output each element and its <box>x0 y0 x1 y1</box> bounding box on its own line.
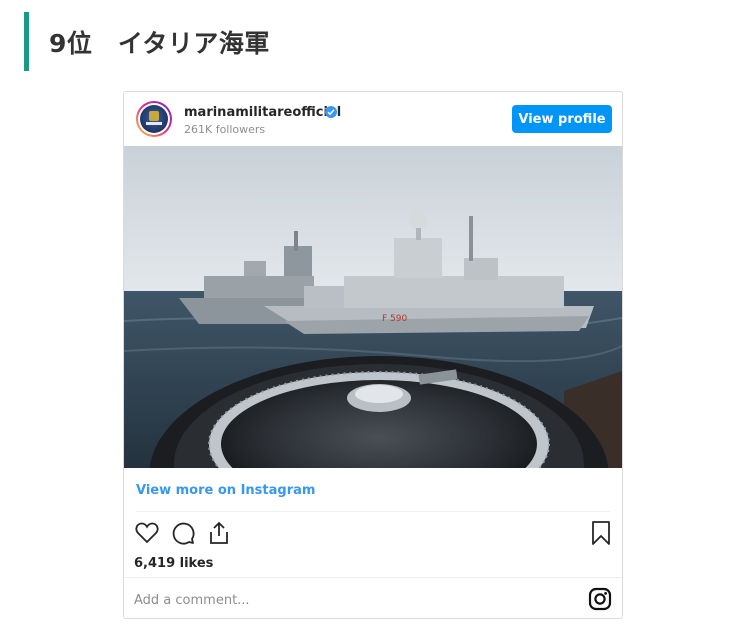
follower-count: 261K followers <box>184 123 266 136</box>
hull-number: F 590 <box>382 314 407 324</box>
like-count[interactable]: 6,419 likes <box>134 556 213 571</box>
verified-badge-icon <box>325 106 337 118</box>
section-heading: 9位 イタリア海軍 <box>24 12 270 71</box>
embed-header: marinamilitareofficial 261K followers Vi… <box>124 92 622 146</box>
view-profile-button[interactable]: View profile <box>512 105 612 133</box>
divider <box>124 577 622 578</box>
instagram-icon[interactable] <box>588 587 612 611</box>
post-image[interactable]: F 590 <box>124 146 622 468</box>
divider <box>136 511 610 512</box>
share-icon[interactable] <box>206 520 232 546</box>
heading-title: 9位 イタリア海軍 <box>49 28 270 58</box>
comment-icon[interactable] <box>170 520 196 546</box>
username[interactable]: marinamilitareofficial <box>184 105 341 120</box>
comment-input[interactable]: Add a comment... <box>134 593 250 608</box>
avatar[interactable] <box>136 101 172 137</box>
avatar-image <box>140 105 168 133</box>
bookmark-icon[interactable] <box>588 520 614 546</box>
view-more-link[interactable]: View more on Instagram <box>136 483 315 498</box>
instagram-embed: marinamilitareofficial 261K followers Vi… <box>123 91 623 619</box>
heart-icon[interactable] <box>134 520 160 546</box>
